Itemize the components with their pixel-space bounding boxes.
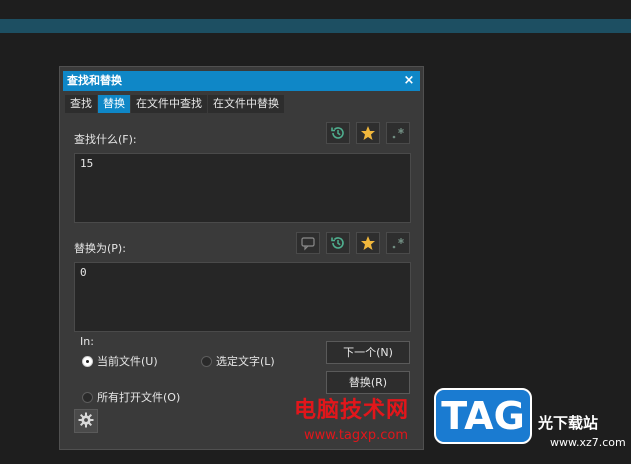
radio-indicator — [82, 391, 93, 403]
history-icon — [330, 235, 346, 251]
radio-all-open-files[interactable]: 所有打开文件(O) — [82, 389, 180, 405]
replace-history-button[interactable] — [326, 232, 350, 254]
tab-replace[interactable]: 替换 — [98, 95, 130, 113]
tab-find[interactable]: 查找 — [65, 95, 97, 113]
replace-button[interactable]: 替换(R) — [326, 371, 410, 394]
find-replace-dialog: 查找和替换 × 查找 替换 在文件中查找 在文件中替换 查找什么(F): 15 … — [59, 66, 424, 450]
radio-label: 选定文字(L) — [216, 355, 275, 368]
dialog-titlebar[interactable]: 查找和替换 × — [63, 71, 420, 91]
watermark-site-name: 光下载站 — [538, 414, 599, 432]
watermark-site-url: www.xz7.com — [550, 436, 626, 449]
history-icon — [330, 125, 346, 141]
radio-label: 所有打开文件(O) — [97, 391, 181, 404]
favorite-star-icon — [360, 125, 376, 141]
regex-icon — [390, 235, 406, 251]
replace-input[interactable]: 0 — [74, 262, 411, 332]
radio-indicator — [201, 355, 212, 367]
find-input[interactable]: 15 — [74, 153, 411, 223]
watermark-tag-logo: TAG — [434, 388, 532, 444]
scope-label: In: — [80, 335, 94, 348]
replace-label: 替换为(P): — [74, 242, 126, 255]
find-favorite-button[interactable] — [356, 122, 380, 144]
find-history-button[interactable] — [326, 122, 350, 144]
settings-button[interactable] — [74, 409, 98, 433]
replace-favorite-button[interactable] — [356, 232, 380, 254]
close-icon[interactable]: × — [402, 71, 416, 91]
favorite-star-icon — [360, 235, 376, 251]
find-label: 查找什么(F): — [74, 133, 137, 146]
radio-indicator — [82, 355, 93, 367]
regex-icon — [390, 125, 406, 141]
dialog-title: 查找和替换 — [67, 74, 122, 87]
radio-label: 当前文件(U) — [97, 355, 158, 368]
radio-selected-text[interactable]: 选定文字(L) — [201, 353, 275, 369]
tab-find-in-files[interactable]: 在文件中查找 — [131, 95, 207, 113]
replace-comment-button[interactable] — [296, 232, 320, 254]
find-regex-button[interactable] — [386, 122, 410, 144]
find-next-button[interactable]: 下一个(N) — [326, 341, 410, 364]
tab-bar: 查找 替换 在文件中查找 在文件中替换 — [65, 95, 284, 113]
replace-regex-button[interactable] — [386, 232, 410, 254]
radio-current-file[interactable]: 当前文件(U) — [82, 353, 158, 369]
comment-icon — [300, 235, 316, 251]
gear-icon — [78, 412, 94, 431]
top-status-strip — [0, 19, 631, 33]
tab-replace-in-files[interactable]: 在文件中替换 — [208, 95, 284, 113]
